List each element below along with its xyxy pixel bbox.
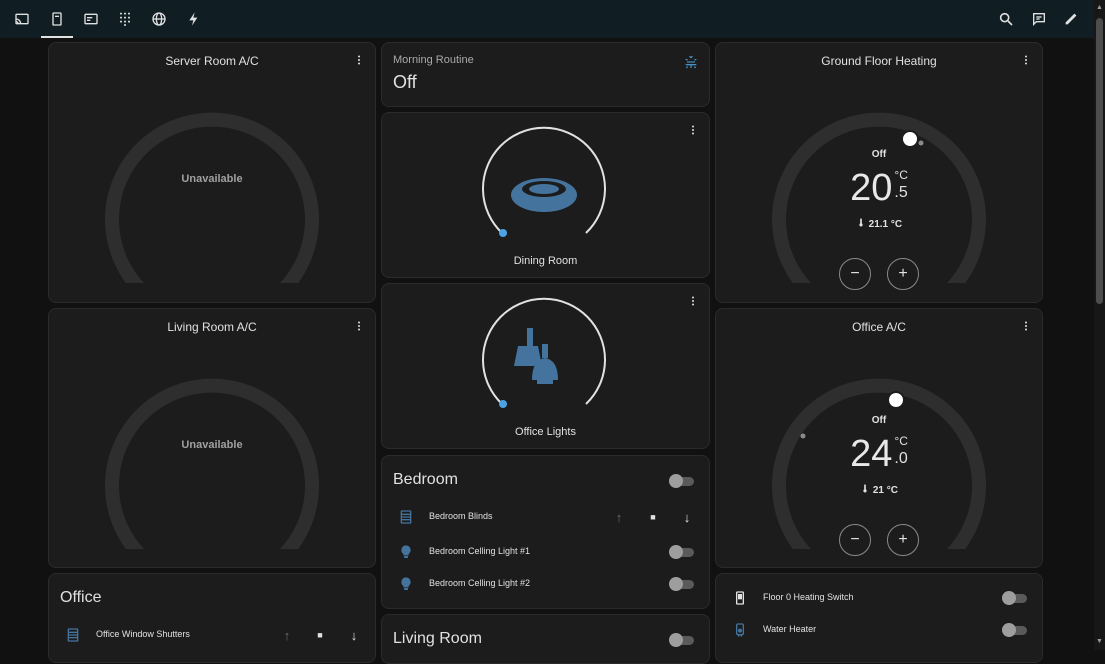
pencil-icon[interactable] <box>1055 0 1087 38</box>
light-toggle[interactable] <box>669 577 695 591</box>
morning-routine-card[interactable]: Morning Routine Off <box>381 42 710 107</box>
office-ac-card: Office A/C Off 24 °C .0 21 °C − + <box>715 308 1043 568</box>
tile-label: Morning Routine <box>393 54 474 66</box>
current-temperature-value: 21 °C <box>872 485 898 496</box>
page-scrollbar[interactable]: ▲ ▼ <box>1094 0 1105 650</box>
list-item: Bedroom Celling Light #2 <box>382 569 709 599</box>
tablet-icon[interactable] <box>41 0 73 38</box>
living-room-ac-card: Living Room A/C Unavailable <box>48 308 376 568</box>
scroll-down-arrow[interactable]: ▼ <box>1096 638 1103 646</box>
more-vert-icon[interactable] <box>351 318 367 334</box>
blinds-icon <box>67 628 79 642</box>
button-label: Dining Room <box>513 255 578 267</box>
target-temperature: 24 °C .0 <box>716 434 1042 474</box>
card-title: Server Room A/C <box>165 54 259 68</box>
entity-name: Bedroom Celling Light #2 <box>429 578 531 588</box>
target-integer: 20 <box>850 167 893 209</box>
list-item: Floor 0 Heating Switch <box>716 583 1042 613</box>
thermometer-icon <box>863 484 867 493</box>
light-toggle[interactable] <box>669 545 695 559</box>
list-item: Water Heater <box>716 615 1042 645</box>
card-icon[interactable] <box>75 0 107 38</box>
status-text: Unavailable <box>181 439 243 451</box>
dining-room-light-card[interactable]: Dining Room <box>381 112 710 278</box>
switch-toggle[interactable] <box>1002 623 1028 637</box>
increase-temperature-button[interactable]: + <box>887 258 919 290</box>
entity-name: Water Heater <box>763 624 817 634</box>
target-integer: 24 <box>850 433 893 475</box>
living-room-entities-card: Living Room <box>381 614 710 664</box>
card-title: Office <box>60 589 102 606</box>
entity-name: Floor 0 Heating Switch <box>763 592 854 602</box>
target-temperature: 20 °C .5 <box>716 168 1042 208</box>
switch-icon <box>736 591 744 605</box>
water-heater-icon <box>736 623 744 637</box>
current-temperature: 21 °C <box>716 484 1042 496</box>
cover-close-button[interactable]: ↓ <box>344 625 364 645</box>
entity-name: Bedroom Blinds <box>429 511 493 521</box>
cover-stop-button[interactable]: ■ <box>643 507 663 527</box>
lightning-icon[interactable] <box>178 0 210 38</box>
entity-name: Bedroom Celling Light #1 <box>429 546 531 556</box>
sun-snow-icon[interactable] <box>683 54 699 70</box>
target-decimal: .0 <box>894 450 908 467</box>
cover-close-button[interactable]: ↓ <box>677 507 697 527</box>
list-item: Bedroom Celling Light #1 <box>382 537 709 567</box>
button-label: Office Lights <box>515 426 576 438</box>
hvac-mode: Off <box>871 149 887 160</box>
brightness-dial[interactable] <box>382 284 709 424</box>
increase-temperature-button[interactable]: + <box>887 524 919 556</box>
temperature-unit: °C <box>894 434 908 448</box>
chat-icon[interactable] <box>1023 0 1055 38</box>
card-title: Living Room A/C <box>167 320 257 334</box>
ground-floor-heating-card: Ground Floor Heating Off 20 °C .5 21.1 °C … <box>715 42 1043 303</box>
decrease-temperature-button[interactable]: − <box>839 524 871 556</box>
target-decimal: .5 <box>894 184 908 201</box>
current-temperature-value: 21.1 °C <box>868 219 903 230</box>
more-vert-icon[interactable] <box>1018 318 1034 334</box>
card-title: Ground Floor Heating <box>821 54 937 68</box>
card-title: Living Room <box>393 630 482 647</box>
bulb-icon <box>401 545 411 558</box>
decrease-temperature-button[interactable]: − <box>839 258 871 290</box>
brightness-dial[interactable] <box>382 113 709 253</box>
tile-state: Off <box>393 72 417 92</box>
temperature-unit: °C <box>894 168 908 182</box>
pendant-lights-icon <box>514 328 558 384</box>
bedroom-master-toggle[interactable] <box>669 474 695 488</box>
cast-icon[interactable] <box>6 0 38 38</box>
cover-stop-button[interactable]: ■ <box>310 625 330 645</box>
thermometer-icon <box>859 218 863 227</box>
top-app-bar <box>0 0 1105 38</box>
list-item: Office Window Shutters ↑ ■ ↓ <box>49 620 375 650</box>
office-lights-card[interactable]: Office Lights <box>381 283 710 449</box>
switch-toggle[interactable] <box>1002 591 1028 605</box>
search-icon[interactable] <box>990 0 1022 38</box>
current-temperature: 21.1 °C <box>716 218 1042 230</box>
more-vert-icon[interactable] <box>351 52 367 68</box>
more-vert-icon[interactable] <box>1018 52 1034 68</box>
bedroom-entities-card: Bedroom Bedroom Blinds ↑ ■ ↓ Bedroom Cel… <box>381 455 710 609</box>
list-item: Bedroom Blinds ↑ ■ ↓ <box>382 502 709 532</box>
card-title: Bedroom <box>393 471 458 488</box>
ceiling-light-icon <box>511 178 577 212</box>
hvac-mode: Off <box>871 415 887 426</box>
server-room-ac-card: Server Room A/C Unavailable <box>48 42 376 303</box>
entity-name: Office Window Shutters <box>96 629 190 639</box>
scroll-thumb[interactable] <box>1096 18 1103 304</box>
card-title: Office A/C <box>852 320 906 334</box>
cover-open-button[interactable]: ↑ <box>277 625 297 645</box>
blinds-icon <box>400 510 412 524</box>
grid-icon[interactable] <box>109 0 141 38</box>
living-room-master-toggle[interactable] <box>669 633 695 647</box>
globe-icon[interactable] <box>143 0 175 38</box>
bulb-icon <box>401 577 411 590</box>
scroll-up-arrow[interactable]: ▲ <box>1096 4 1103 12</box>
cover-open-button[interactable]: ↑ <box>609 507 629 527</box>
status-text: Unavailable <box>181 173 243 185</box>
